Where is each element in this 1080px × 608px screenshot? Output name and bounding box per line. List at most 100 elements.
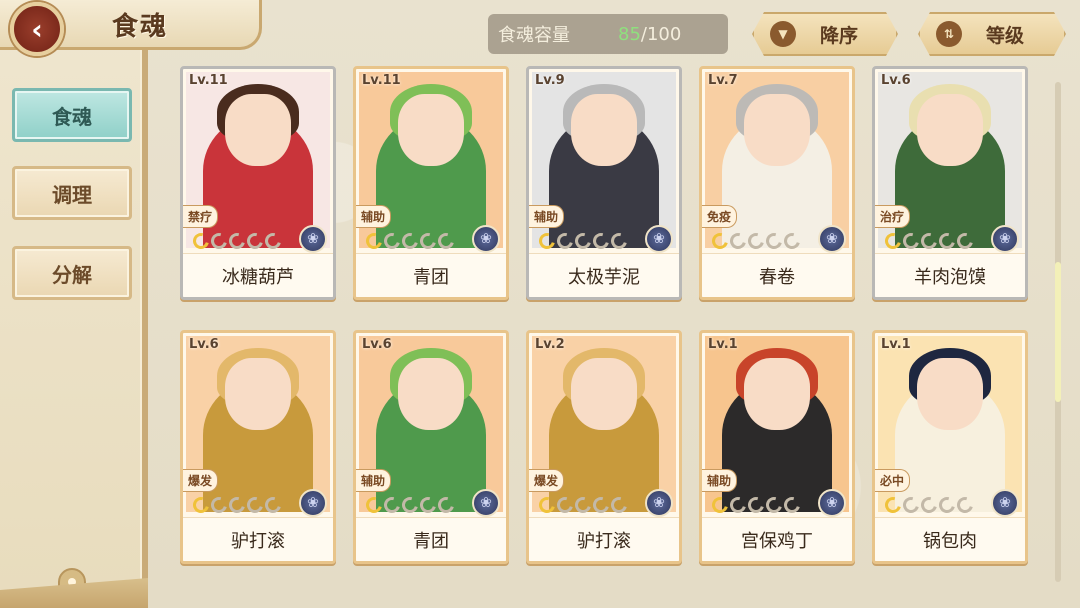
element-flower-icon: ❀ [299, 489, 327, 517]
cloud-star-icon [399, 230, 421, 252]
cloud-star-icon [781, 230, 803, 252]
sort-criterion-label: 等级 [986, 24, 1025, 47]
element-flower-icon: ❀ [299, 225, 327, 253]
role-tag: 辅助 [356, 205, 392, 228]
back-button[interactable]: ‹ [10, 2, 64, 56]
level-label: Lv.6 [881, 73, 911, 88]
tab-decompose[interactable]: 分解 [12, 246, 132, 300]
cloud-star-icon [572, 494, 594, 516]
sort-criterion-button[interactable]: ⇅ 等级 [918, 12, 1066, 56]
cloud-star-icon [399, 494, 421, 516]
tab-label: 食魂 [52, 104, 92, 129]
cloud-star-icon [536, 494, 558, 516]
role-tag: 免疫 [702, 205, 738, 228]
star-rating [709, 494, 803, 516]
cloud-star-icon [417, 230, 439, 252]
food-soul-card[interactable]: Lv.6 治疗 ❀ 羊肉泡馍 [872, 66, 1028, 300]
level-label: Lv.2 [535, 337, 565, 352]
star-rating [709, 230, 803, 252]
level-label: Lv.9 [535, 73, 565, 88]
cloud-star-icon [745, 230, 767, 252]
food-soul-card[interactable]: Lv.6 爆发 ❀ 驴打滚 [180, 330, 336, 564]
cloud-star-icon [244, 230, 266, 252]
cloud-star-icon [900, 494, 922, 516]
cloud-star-icon [262, 494, 284, 516]
food-soul-card[interactable]: Lv.9 辅助 ❀ 太极芋泥 [526, 66, 682, 300]
character-name: 驴打滚 [529, 517, 679, 561]
cloud-star-icon [554, 494, 576, 516]
cloud-star-icon [709, 230, 731, 252]
role-tag: 爆发 [183, 469, 219, 492]
cloud-star-icon [727, 494, 749, 516]
role-tag: 禁疗 [183, 205, 219, 228]
food-soul-card[interactable]: Lv.11 禁疗 ❀ 冰糖葫芦 [180, 66, 336, 300]
character-face [398, 94, 464, 166]
cloud-star-icon [918, 230, 940, 252]
cloud-star-icon [244, 494, 266, 516]
cloud-star-icon [190, 494, 212, 516]
character-name: 宫保鸡丁 [702, 517, 852, 561]
capacity-label: 食魂容量 [498, 25, 570, 46]
cloud-star-icon [763, 230, 785, 252]
cloud-star-icon [590, 494, 612, 516]
star-rating [363, 230, 457, 252]
level-label: Lv.6 [189, 337, 219, 352]
cloud-star-icon [590, 230, 612, 252]
cloud-star-icon [936, 494, 958, 516]
cloud-star-icon [190, 230, 212, 252]
tab-food-souls[interactable]: 食魂 [12, 88, 132, 142]
cloud-star-icon [608, 230, 630, 252]
role-tag: 治疗 [875, 205, 911, 228]
cloud-star-icon [900, 230, 922, 252]
role-tag: 辅助 [702, 469, 738, 492]
sort-order-button[interactable]: ▼ 降序 [752, 12, 898, 56]
character-face [398, 358, 464, 430]
food-soul-card[interactable]: Lv.1 辅助 ❀ 宫保鸡丁 [699, 330, 855, 564]
character-face [744, 358, 810, 430]
scrollbar-thumb[interactable] [1055, 262, 1061, 402]
character-name: 锅包肉 [875, 517, 1025, 561]
capacity-current: 85 [618, 23, 641, 45]
level-label: Lv.6 [362, 337, 392, 352]
element-flower-icon: ❀ [818, 489, 846, 517]
cloud-star-icon [572, 230, 594, 252]
star-rating [536, 494, 630, 516]
cloud-star-icon [435, 230, 457, 252]
cloud-star-icon [435, 494, 457, 516]
character-face [917, 94, 983, 166]
food-soul-card[interactable]: Lv.1 必中 ❀ 锅包肉 [872, 330, 1028, 564]
cloud-star-icon [745, 494, 767, 516]
character-name: 青团 [356, 517, 506, 561]
element-flower-icon: ❀ [991, 225, 1019, 253]
scrollbar[interactable] [1055, 82, 1061, 582]
character-name: 太极芋泥 [529, 253, 679, 297]
sort-order-label: 降序 [820, 24, 859, 47]
cloud-star-icon [536, 230, 558, 252]
food-soul-card[interactable]: Lv.2 爆发 ❀ 驴打滚 [526, 330, 682, 564]
cloud-star-icon [936, 230, 958, 252]
level-label: Lv.1 [708, 337, 738, 352]
page-title: 食魂 [112, 12, 169, 42]
food-soul-card[interactable]: Lv.11 辅助 ❀ 青团 [353, 66, 509, 300]
cloud-star-icon [363, 230, 385, 252]
food-soul-card[interactable]: Lv.6 辅助 ❀ 青团 [353, 330, 509, 564]
swap-icon: ⇅ [936, 21, 962, 47]
character-face [571, 358, 637, 430]
level-label: Lv.11 [189, 73, 228, 88]
cloud-star-icon [226, 494, 248, 516]
triangle-down-icon: ▼ [770, 21, 796, 47]
role-tag: 必中 [875, 469, 911, 492]
element-flower-icon: ❀ [818, 225, 846, 253]
food-soul-card[interactable]: Lv.7 免疫 ❀ 春卷 [699, 66, 855, 300]
star-rating [190, 494, 284, 516]
character-name: 驴打滚 [183, 517, 333, 561]
tab-cultivate[interactable]: 调理 [12, 166, 132, 220]
cloud-star-icon [262, 230, 284, 252]
star-rating [882, 494, 976, 516]
star-rating [363, 494, 457, 516]
character-face [744, 94, 810, 166]
cloud-star-icon [226, 230, 248, 252]
cloud-star-icon [381, 230, 403, 252]
element-flower-icon: ❀ [991, 489, 1019, 517]
character-name: 羊肉泡馍 [875, 253, 1025, 297]
